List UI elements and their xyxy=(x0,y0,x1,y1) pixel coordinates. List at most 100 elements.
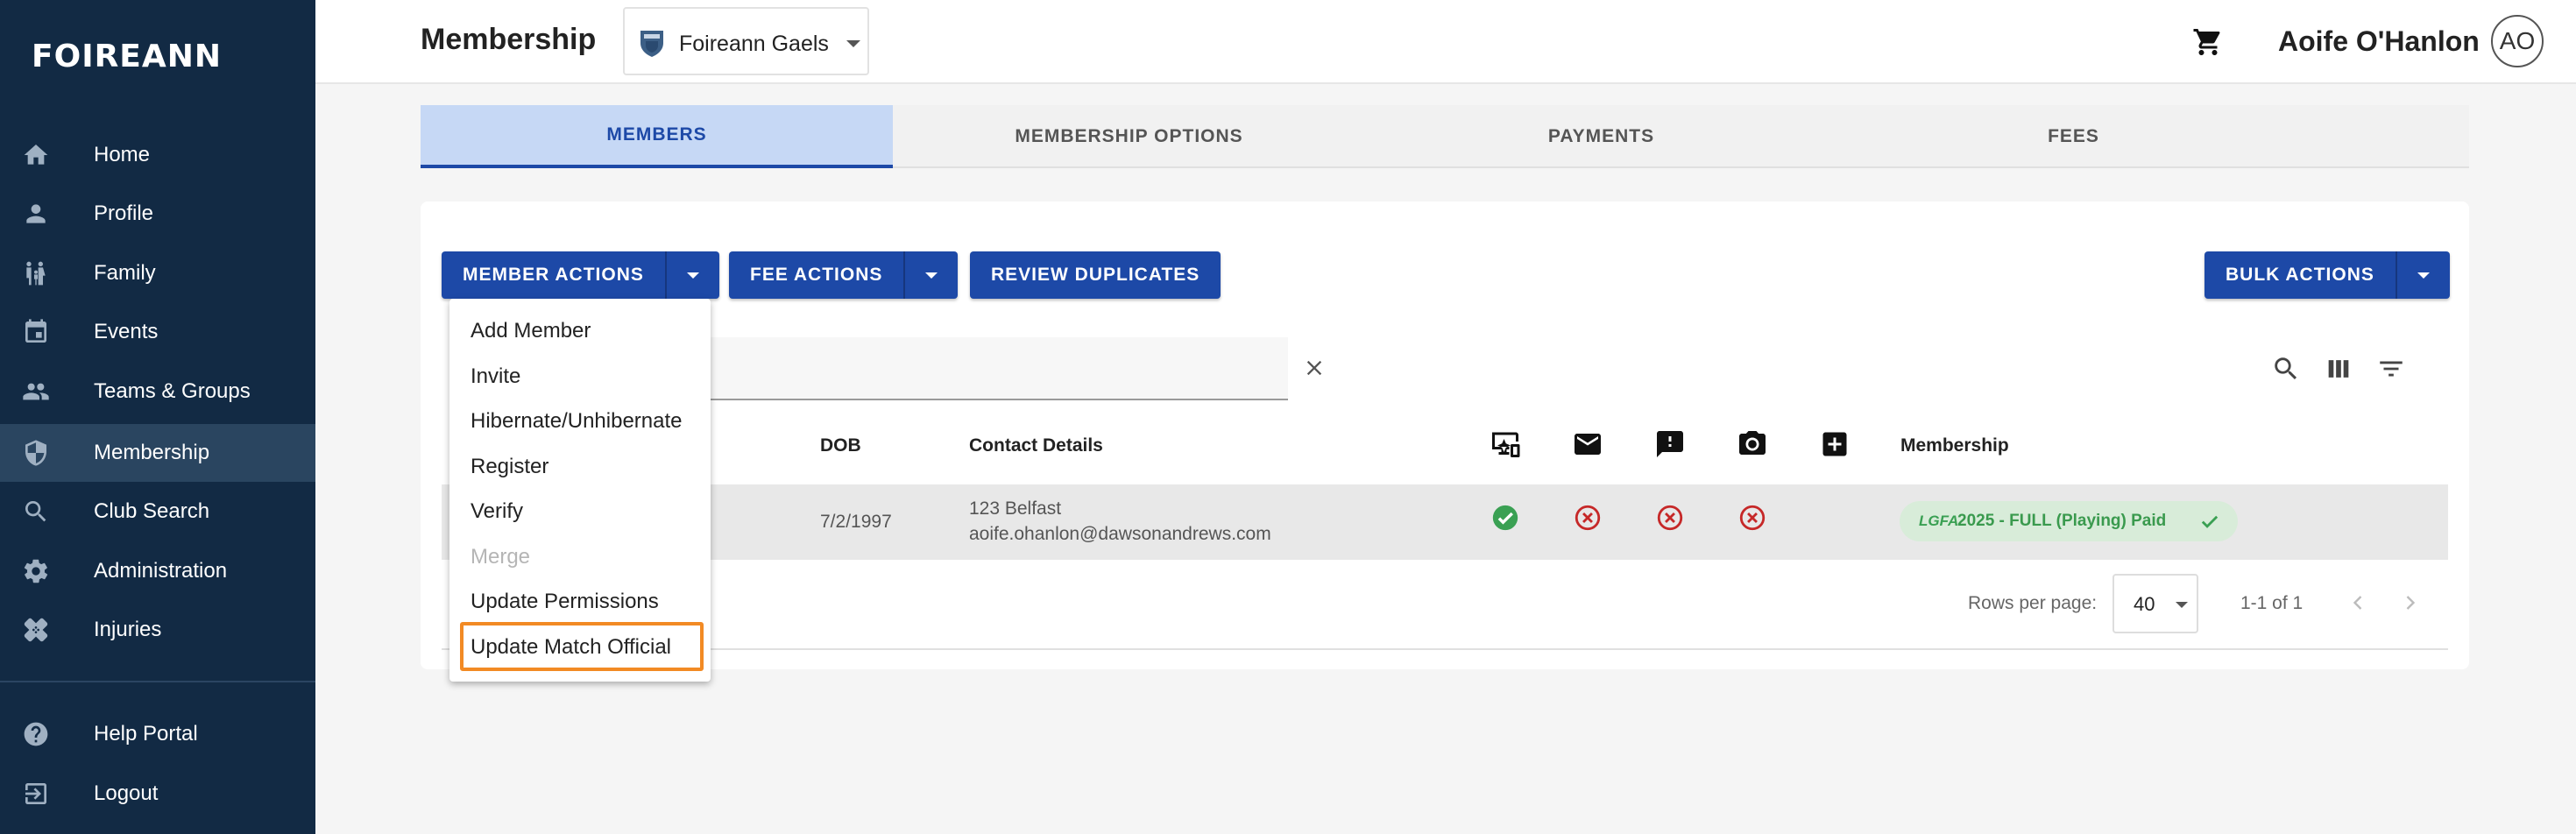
club-select[interactable]: Foireann Gaels xyxy=(623,7,869,75)
check-icon xyxy=(2197,509,2222,534)
person-icon xyxy=(21,199,51,229)
rows-per-page-value: 40 xyxy=(2134,593,2155,615)
membership-label: 2025 - FULL (Playing) Paid xyxy=(1957,512,2167,530)
email-cell: aoife.ohanlon@dawsonandrews.com xyxy=(969,524,1271,544)
menu-item-register[interactable]: Register xyxy=(471,455,548,479)
fee-actions-dropdown-button[interactable] xyxy=(903,251,958,299)
lgfa-logo: LGFA xyxy=(1919,512,1959,529)
sidebar-item-label: Injuries xyxy=(94,618,162,641)
menu-item-merge: Merge xyxy=(471,545,531,569)
sidebar-item-home[interactable]: Home xyxy=(0,126,315,184)
bandage-icon xyxy=(21,615,51,645)
review-duplicates-button[interactable]: REVIEW DUPLICATES xyxy=(970,251,1221,299)
tab-fees[interactable]: FEES xyxy=(1837,105,2310,168)
medical-icon xyxy=(1819,428,1851,460)
sidebar-item-label: Club Search xyxy=(94,499,210,523)
help-icon xyxy=(21,719,51,749)
column-header-membership[interactable]: Membership xyxy=(1900,435,2009,456)
search-icon xyxy=(21,497,51,527)
sidebar: FOIREANN Home Profile Family Events Team… xyxy=(0,0,315,834)
club-name: Foireann Gaels xyxy=(679,32,829,56)
sidebar-item-label: Help Portal xyxy=(94,722,198,746)
avatar[interactable]: AO xyxy=(2491,15,2544,67)
review-duplicates-button-group: REVIEW DUPLICATES xyxy=(970,251,1221,299)
bulk-actions-dropdown-button[interactable] xyxy=(2395,251,2450,299)
sidebar-item-injuries[interactable]: Injuries xyxy=(0,601,315,659)
sidebar-item-profile[interactable]: Profile xyxy=(0,185,315,243)
tab-payments[interactable]: PAYMENTS xyxy=(1365,105,1837,168)
online-icon xyxy=(1490,428,1521,460)
page-title: Membership xyxy=(421,23,597,56)
table-divider xyxy=(442,648,2448,650)
sidebar-item-membership[interactable]: Membership xyxy=(0,424,315,482)
rows-per-page-select[interactable]: 40 xyxy=(2112,574,2198,633)
caret-down-icon xyxy=(686,272,699,279)
top-header: Membership Foireann Gaels Aoife O'Hanlon… xyxy=(315,0,2576,84)
menu-item-hibernate[interactable]: Hibernate/Unhibernate xyxy=(471,409,683,434)
club-crest-icon xyxy=(639,28,665,58)
sidebar-item-club-search[interactable]: Club Search xyxy=(0,483,315,541)
sidebar-item-label: Profile xyxy=(94,201,154,225)
address-cell: 123 Belfast xyxy=(969,498,1062,519)
member-actions-button[interactable]: MEMBER ACTIONS xyxy=(442,251,665,299)
group-icon xyxy=(21,377,51,406)
menu-item-add-member[interactable]: Add Member xyxy=(471,319,591,343)
sidebar-item-label: Administration xyxy=(94,559,228,583)
sidebar-divider xyxy=(0,681,315,682)
camera-icon xyxy=(1737,428,1768,460)
app-logo: FOIREANN xyxy=(32,39,223,74)
sidebar-item-label: Home xyxy=(94,143,151,166)
pagination-range: 1-1 of 1 xyxy=(2240,593,2304,613)
logout-icon xyxy=(21,779,51,809)
cancel-circle-icon xyxy=(1573,503,1603,533)
column-header-contact[interactable]: Contact Details xyxy=(969,435,1103,456)
email-icon xyxy=(1572,428,1603,460)
sidebar-item-label: Membership xyxy=(94,441,210,464)
bulk-actions-button-group: BULK ACTIONS xyxy=(2204,251,2450,299)
search-input[interactable] xyxy=(683,337,1288,400)
menu-item-invite[interactable]: Invite xyxy=(471,364,520,389)
calendar-icon xyxy=(21,317,51,347)
home-icon xyxy=(21,140,51,170)
sidebar-item-logout[interactable]: Logout xyxy=(0,765,315,823)
caret-down-icon xyxy=(925,272,938,279)
columns-icon[interactable] xyxy=(2324,354,2353,384)
sidebar-item-family[interactable]: Family xyxy=(0,244,315,302)
member-actions-button-group: MEMBER ACTIONS xyxy=(442,251,719,299)
tab-members[interactable]: MEMBERS xyxy=(421,105,893,168)
sidebar-item-help-portal[interactable]: Help Portal xyxy=(0,705,315,763)
menu-item-update-match-official[interactable]: Update Match Official xyxy=(471,635,671,660)
membership-badge[interactable]: LGFA 2025 - FULL (Playing) Paid xyxy=(1900,501,2238,541)
chevron-right-icon[interactable] xyxy=(2398,590,2423,615)
fee-actions-button-group: FEE ACTIONS xyxy=(729,251,959,299)
menu-item-verify[interactable]: Verify xyxy=(471,499,523,524)
caret-down-icon xyxy=(2176,602,2188,608)
sidebar-item-label: Teams & Groups xyxy=(94,379,251,403)
tab-membership-options[interactable]: MEMBERSHIP OPTIONS xyxy=(893,105,1365,168)
sidebar-item-teams-groups[interactable]: Teams & Groups xyxy=(0,363,315,421)
chevron-down-icon xyxy=(846,40,860,47)
member-actions-menu: Add Member Invite Hibernate/Unhibernate … xyxy=(449,299,711,682)
feedback-icon xyxy=(1654,428,1686,460)
sidebar-item-administration[interactable]: Administration xyxy=(0,542,315,600)
shield-icon xyxy=(21,438,51,468)
column-header-dob[interactable]: DOB xyxy=(820,435,861,456)
user-name[interactable]: Aoife O'Hanlon xyxy=(2278,25,2480,58)
chevron-left-icon[interactable] xyxy=(2346,590,2370,615)
menu-item-update-permissions[interactable]: Update Permissions xyxy=(471,590,659,614)
sidebar-item-events[interactable]: Events xyxy=(0,303,315,361)
caret-down-icon xyxy=(2417,272,2430,279)
tab-bar: MEMBERS MEMBERSHIP OPTIONS PAYMENTS FEES xyxy=(421,105,2469,168)
family-icon xyxy=(21,258,51,288)
sidebar-item-label: Family xyxy=(94,261,156,285)
dob-cell: 7/2/1997 xyxy=(820,512,892,532)
filter-icon[interactable] xyxy=(2376,354,2406,384)
fee-actions-button[interactable]: FEE ACTIONS xyxy=(729,251,903,299)
member-actions-dropdown-button[interactable] xyxy=(664,251,719,299)
search-icon[interactable] xyxy=(2271,354,2301,384)
close-icon[interactable] xyxy=(1302,356,1327,380)
cart-icon[interactable] xyxy=(2192,26,2224,58)
cancel-circle-icon xyxy=(1737,503,1767,533)
bulk-actions-button[interactable]: BULK ACTIONS xyxy=(2204,251,2396,299)
gear-icon xyxy=(21,556,51,586)
